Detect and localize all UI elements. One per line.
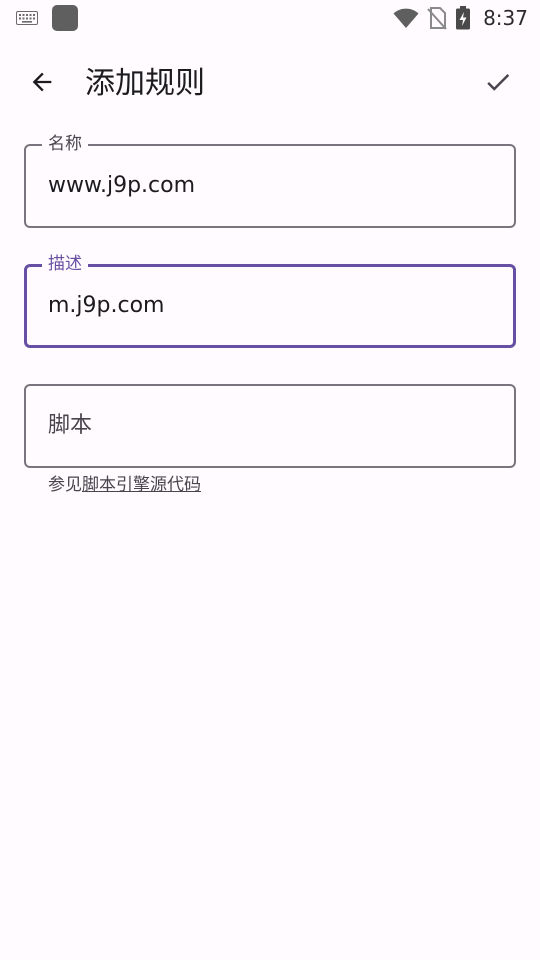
wifi-icon (393, 7, 419, 29)
status-bar-right: 8:37 (393, 4, 528, 32)
page-title: 添加规则 (85, 66, 205, 101)
script-field-placeholder: 脚本 (48, 413, 93, 438)
name-field-value[interactable]: www.j9p.com (48, 146, 195, 226)
arrow-back-icon (28, 68, 56, 100)
script-field[interactable]: 脚本 (24, 384, 516, 468)
status-bar: 8:37 (0, 0, 540, 36)
status-time: 8:37 (483, 6, 528, 30)
check-icon (483, 67, 513, 101)
helper-prefix: 参见 (48, 475, 82, 495)
name-field[interactable]: 名称 www.j9p.com (24, 133, 516, 228)
save-button[interactable] (474, 60, 522, 108)
status-bar-left (16, 5, 78, 31)
top-app-bar: 添加规则 (0, 48, 540, 120)
description-field-value[interactable]: m.j9p.com (48, 266, 164, 346)
script-engine-source-link[interactable]: 脚本引擎源代码 (82, 475, 201, 495)
keyboard-icon (16, 11, 38, 25)
description-field[interactable]: 描述 m.j9p.com (24, 253, 516, 348)
script-helper-text: 参见脚本引擎源代码 (48, 472, 201, 498)
back-button[interactable] (18, 60, 66, 108)
no-sim-icon (427, 6, 447, 30)
battery-charging-icon (455, 6, 471, 30)
app-notification-icon (52, 5, 78, 31)
